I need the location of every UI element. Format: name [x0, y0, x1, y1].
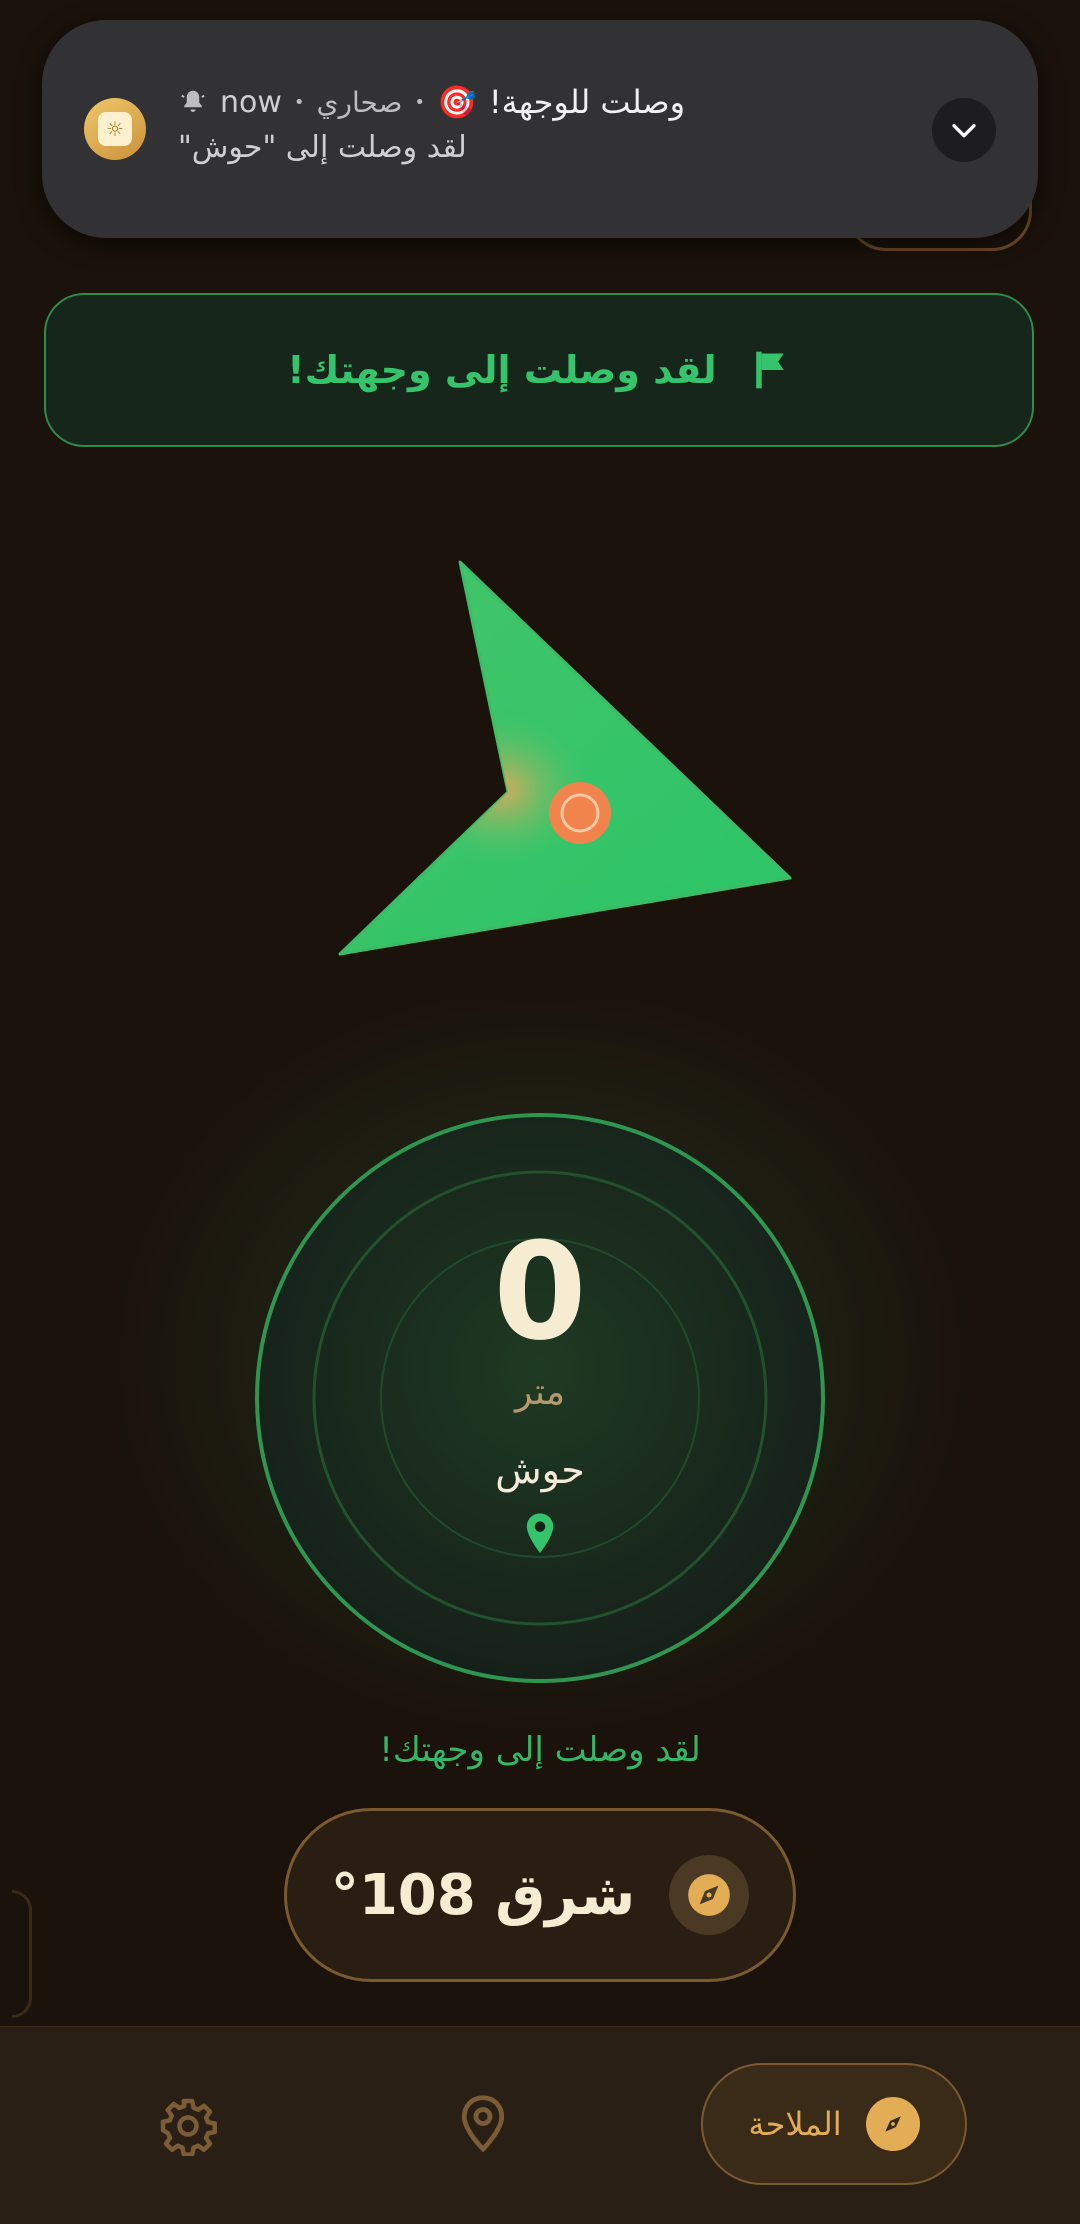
- notification-title-row: now • صحاري • 🎯 وصلت للوجهة!: [178, 80, 685, 124]
- distance-unit: متر: [514, 1372, 565, 1413]
- nav-item-navigation[interactable]: الملاحة: [701, 2063, 967, 2185]
- notification-title: وصلت للوجهة!: [488, 83, 686, 121]
- notification-body: لقد وصلت إلى "حوش": [178, 130, 467, 165]
- map-pin-icon: [526, 1513, 554, 1554]
- heading-indicator[interactable]: شرق 108°: [284, 1808, 796, 1982]
- edge-panel-handle[interactable]: [12, 1890, 32, 2018]
- heading-text: شرق 108°: [330, 1862, 636, 1928]
- distance-value: 0: [493, 1214, 587, 1370]
- app-logo-icon: ☼: [84, 98, 146, 160]
- notification-expand-button[interactable]: [932, 98, 996, 162]
- compass-icon: [865, 2097, 920, 2151]
- gear-icon[interactable]: [158, 2096, 218, 2156]
- location-marker-dot: [549, 782, 611, 844]
- separator-dot: •: [414, 91, 425, 113]
- nav-item-navigation-label: الملاحة: [748, 2105, 842, 2143]
- flag-icon: [755, 351, 784, 389]
- separator-dot: •: [293, 91, 305, 113]
- arrival-banner-text: لقد وصلت إلى وجهتك!: [287, 348, 717, 392]
- chevron-down-icon: [952, 124, 976, 138]
- notification-emoji: 🎯: [436, 83, 477, 121]
- destination-name: حوش: [495, 1448, 585, 1492]
- arrival-banner: لقد وصلت إلى وجهتك!: [44, 293, 1034, 447]
- compass-icon: [669, 1855, 750, 1935]
- bell-icon: [181, 90, 205, 112]
- arrival-notification[interactable]: [42, 20, 1038, 238]
- direction-arrow: [338, 560, 792, 956]
- location-pin-icon[interactable]: [458, 2094, 508, 2154]
- arrival-message: لقد وصلت إلى وجهتك!: [379, 1730, 701, 1770]
- notification-time: now: [220, 84, 282, 120]
- notification-app-name: صحاري: [316, 85, 403, 119]
